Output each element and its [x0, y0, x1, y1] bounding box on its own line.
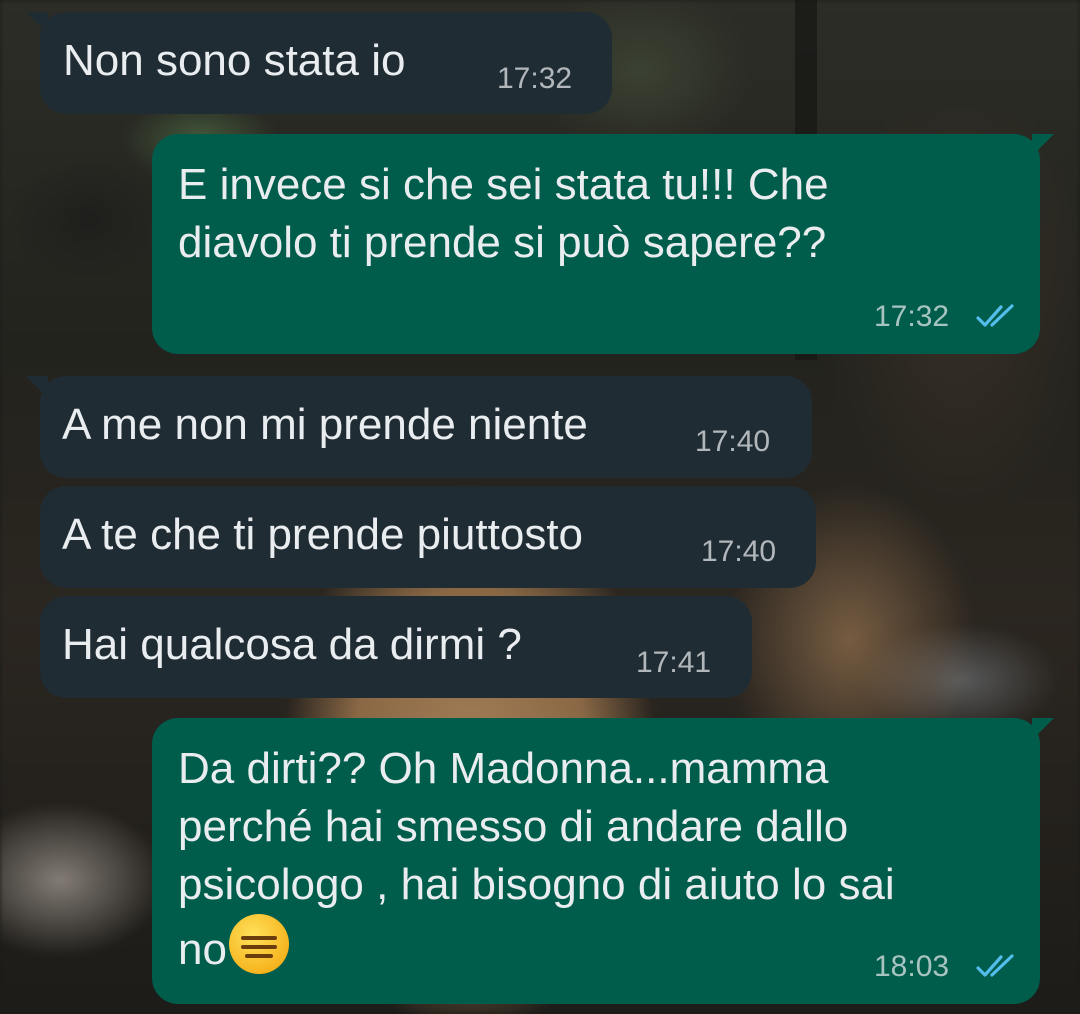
bubble-tail [1032, 134, 1054, 156]
message-text: A te che ti prende piuttosto [62, 510, 584, 559]
message-text: Non sono stata io [63, 36, 406, 85]
double-check-read-icon [976, 954, 1014, 977]
message-text-line: no [178, 925, 227, 974]
bubble-tail [26, 12, 48, 34]
message-text: Hai qualcosa da dirmi ? [62, 620, 522, 669]
message-time: 18:03 [874, 950, 950, 983]
message-time: 17:40 [701, 535, 777, 568]
chat-message-list[interactable]: Non sono stata io 17:32 E invece si che … [0, 0, 1080, 1014]
message-bubble-outgoing[interactable]: E invece si che sei stata tu!!! Che diav… [152, 134, 1054, 354]
message-bubble-outgoing[interactable]: Da dirti?? Oh Madonna...mamma perché hai… [152, 718, 1054, 1004]
message-text: A me non mi prende niente [62, 400, 588, 449]
message-time: 17:40 [695, 425, 771, 458]
message-text-line: psicologo , hai bisogno di aiuto lo sai [178, 860, 895, 909]
bubble-tail [26, 376, 48, 398]
message-text-line: diavolo ti prende si può sapere?? [178, 218, 827, 267]
message-bubble-incoming[interactable]: A te che ti prende piuttosto 17:40 [40, 486, 816, 588]
message-bubble-incoming[interactable]: Hai qualcosa da dirmi ? 17:41 [40, 596, 752, 698]
message-time: 17:32 [874, 300, 950, 333]
message-text-line: Da dirti?? Oh Madonna...mamma [178, 744, 829, 793]
message-time: 17:32 [497, 62, 573, 95]
message-bubble-incoming[interactable]: A me non mi prende niente 17:40 [26, 376, 812, 478]
message-text-line: E invece si che sei stata tu!!! Che [178, 160, 829, 209]
message-text-line: perché hai smesso di andare dallo [178, 802, 849, 851]
message-text-line-last: no [178, 914, 289, 979]
message-time: 17:41 [636, 646, 712, 679]
bubble-tail [1032, 718, 1054, 740]
expressionless-face-emoji [228, 914, 289, 974]
double-check-read-icon [976, 304, 1014, 327]
message-bubble-incoming[interactable]: Non sono stata io 17:32 [26, 12, 612, 114]
